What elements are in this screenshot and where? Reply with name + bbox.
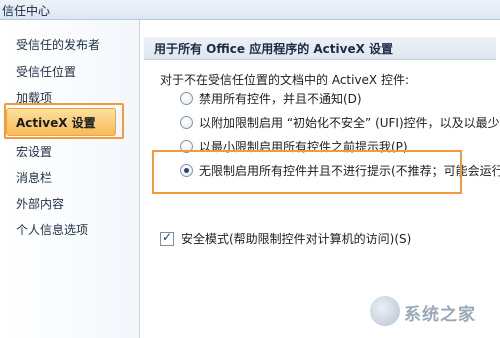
watermark: 系统之家 xyxy=(370,292,496,332)
radio-button[interactable] xyxy=(180,116,193,129)
main-panel: 用于所有 Office 应用程序的 ActiveX 设置 对于不在受信任位置的文… xyxy=(140,20,500,338)
sidebar-item-macro-settings[interactable]: 宏设置 xyxy=(16,143,52,160)
sidebar-item-activex-settings[interactable]: ActiveX 设置 xyxy=(6,108,116,136)
watermark-logo-icon xyxy=(370,296,400,326)
radio-button[interactable] xyxy=(180,140,193,153)
sidebar-item-add-ins[interactable]: 加载项 xyxy=(16,89,52,106)
sidebar-item-message-bar[interactable]: 消息栏 xyxy=(16,169,52,186)
radio-button[interactable] xyxy=(180,92,193,105)
sidebar-item-trusted-publishers[interactable]: 受信任的发布者 xyxy=(16,36,100,53)
title-bar: 信任中心 xyxy=(0,0,500,20)
section-header: 用于所有 Office 应用程序的 ActiveX 设置 xyxy=(144,37,496,60)
option-label: 以附加限制启用 “初始化不安全” (UFI)控件，以及以最少 xyxy=(199,116,500,130)
section-title: 用于所有 Office 应用程序的 ActiveX 设置 xyxy=(154,42,394,56)
safe-mode-label: 安全模式(帮助限制控件对计算机的访问)(S) xyxy=(181,232,412,246)
window-title: 信任中心 xyxy=(2,4,51,18)
sidebar-item-privacy-options[interactable]: 个人信息选项 xyxy=(16,221,88,238)
watermark-text: 系统之家 xyxy=(404,305,476,325)
sidebar: 受信任的发布者 受信任位置 加载项 ActiveX 设置 宏设置 消息栏 外部内… xyxy=(0,20,140,338)
sidebar-item-external-content[interactable]: 外部内容 xyxy=(16,195,64,212)
option-label: 以最小限制启用所有控件之前提示我(P) xyxy=(199,140,408,154)
option-label: 禁用所有控件，并且不通知(D) xyxy=(199,92,362,106)
safe-mode-checkbox[interactable] xyxy=(160,230,174,246)
radio-button-selected[interactable] xyxy=(180,164,193,177)
option-label: 无限制启用所有控件并且不进行提示(不推荐；可能会运行 xyxy=(199,164,500,178)
activex-description: 对于不在受信任位置的文档中的 ActiveX 控件: xyxy=(160,73,410,87)
sidebar-item-trusted-locations[interactable]: 受信任位置 xyxy=(16,63,76,80)
